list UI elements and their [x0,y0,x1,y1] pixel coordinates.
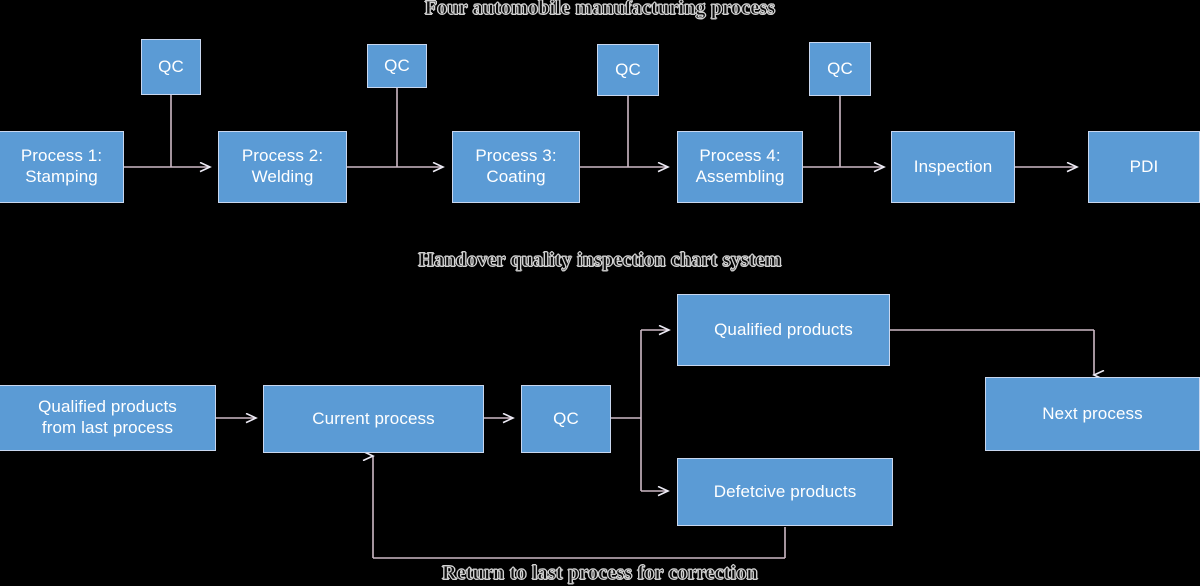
box-defective-products[interactable]: Defetcive products [677,458,893,526]
process-box-pdi[interactable]: PDI [1088,131,1200,203]
row1-qc-label-1: QC [158,56,184,76]
box-next-process[interactable]: Next process [985,377,1200,451]
process-box-stamping[interactable]: Process 1: Stamping [0,131,124,203]
row1-qc-box-3[interactable]: QC [597,44,659,96]
row1-qc-box-2[interactable]: QC [367,44,427,88]
row1-qc-box-1[interactable]: QC [141,39,201,95]
process-label-pdi: PDI [1129,156,1159,176]
top-title: Four automobile manufacturing process [424,0,776,19]
process-box-inspection[interactable]: Inspection [891,131,1015,203]
label-current-process: Current process [312,408,435,428]
process-label-coating: Process 3: Coating [475,146,557,186]
process-box-welding[interactable]: Process 2: Welding [218,131,347,203]
label-qualified-products: Qualified products [714,319,853,339]
process-label-welding: Process 2: Welding [241,146,324,186]
bottom-caption: Return to last process for correction [442,562,758,585]
label-qualified-from-last-process: Qualified products from last process [38,397,177,437]
label-next-process: Next process [1042,403,1143,423]
box-current-process[interactable]: Current process [263,385,484,453]
process-box-assembling[interactable]: Process 4: Assembling [677,131,803,203]
box-qualified-from-last-process[interactable]: Qualified products from last process [0,385,216,451]
process-box-coating[interactable]: Process 3: Coating [452,131,580,203]
process-label-assembling: Process 4: Assembling [695,146,785,186]
flowchart-canvas: Four automobile manufacturing process Ha… [0,0,1200,586]
box-row2-qc[interactable]: QC [521,385,611,453]
row1-qc-box-4[interactable]: QC [809,42,871,96]
row1-qc-label-2: QC [384,55,410,75]
box-qualified-products[interactable]: Qualified products [677,294,890,366]
label-row2-qc: QC [553,408,579,428]
middle-title: Handover quality inspection chart system [418,249,782,272]
row1-qc-label-3: QC [615,59,641,79]
process-label-inspection: Inspection [913,156,993,176]
label-defective-products: Defetcive products [713,481,857,501]
row1-qc-label-4: QC [827,58,853,78]
process-label-stamping: Process 1: Stamping [20,146,103,186]
